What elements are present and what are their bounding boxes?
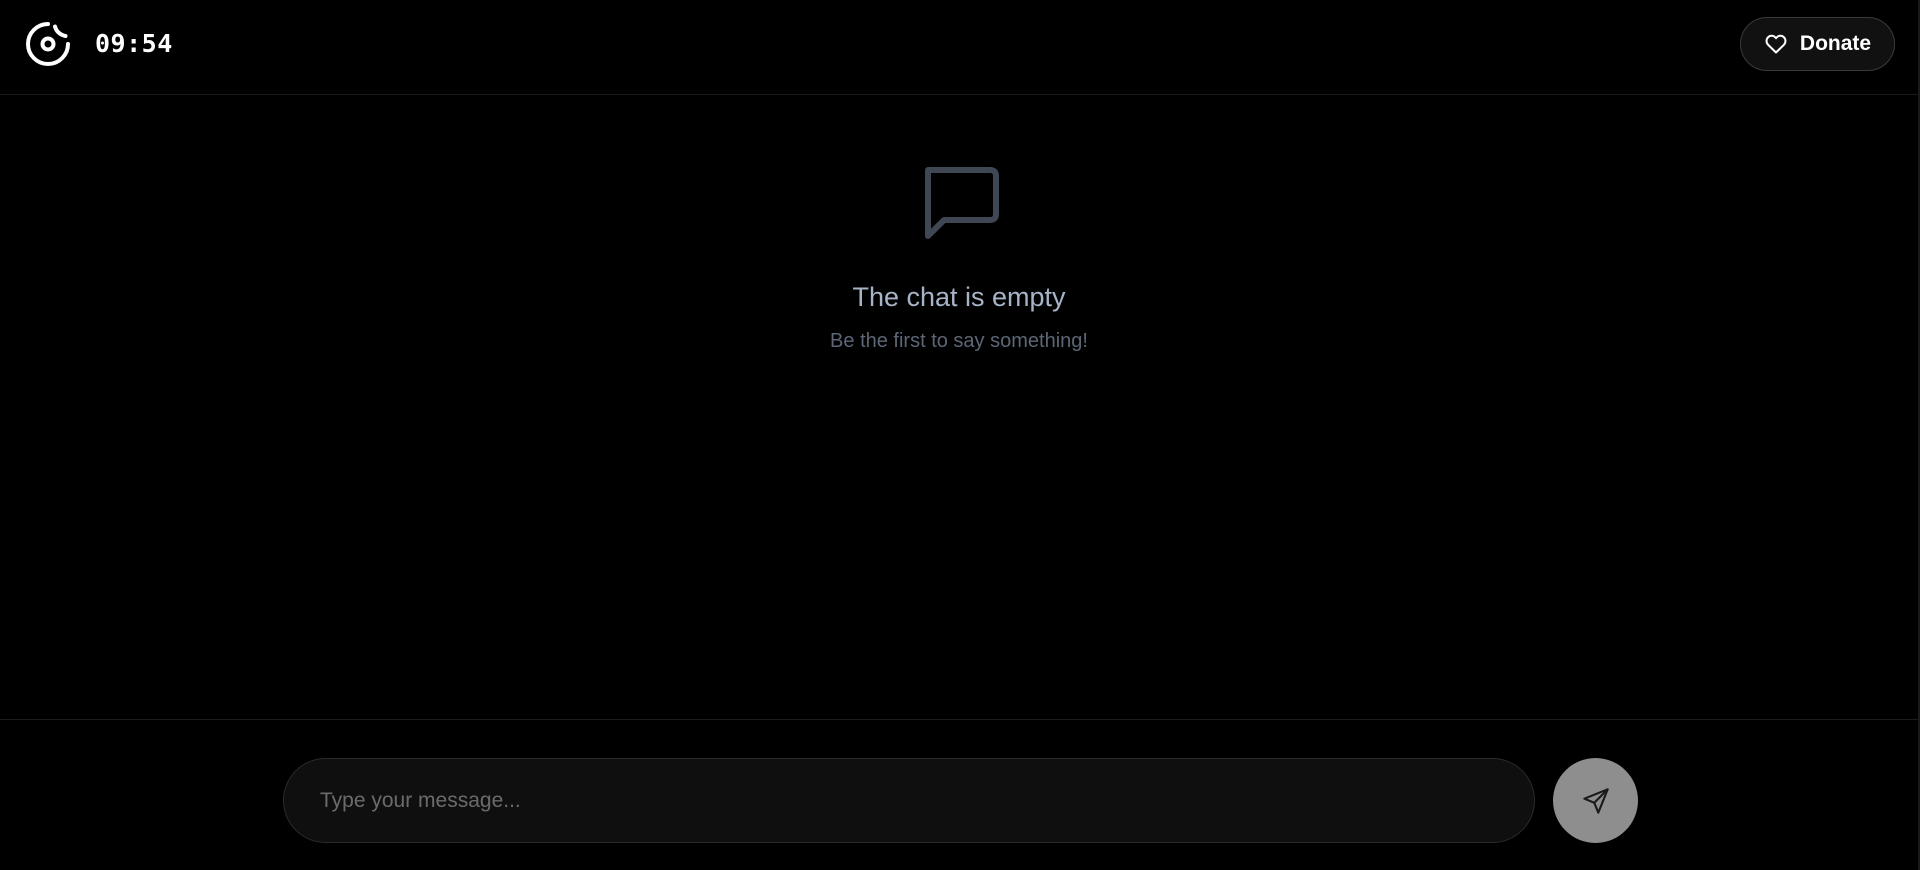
chat-app: 09:54 Donate The chat is empty Be the fi… [0,0,1920,870]
heart-icon [1765,34,1787,54]
chat-bubble-icon [925,167,999,239]
empty-subtitle: Be the first to say something! [830,330,1088,352]
send-button[interactable] [1553,758,1638,843]
empty-chat-state: The chat is empty Be the first to say so… [0,160,1918,354]
message-composer [0,719,1918,870]
header: 09:54 Donate [0,0,1918,95]
donate-label: Donate [1799,32,1872,55]
timer-logo-icon[interactable] [24,20,72,68]
countdown-timer: 09:54 [95,29,173,58]
message-input[interactable] [283,758,1535,843]
empty-title: The chat is empty [852,282,1066,312]
donate-button[interactable]: Donate [1740,17,1895,71]
send-icon [1582,787,1609,814]
